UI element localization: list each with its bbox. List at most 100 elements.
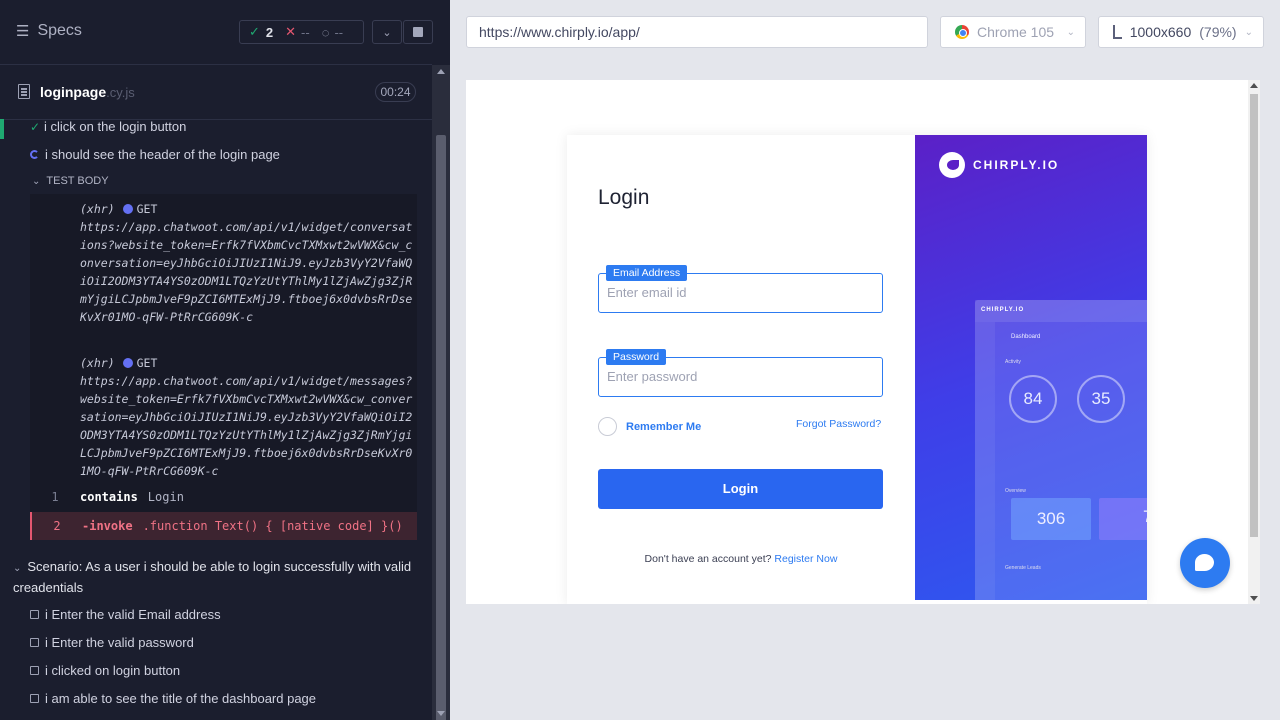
- register-link[interactable]: Register Now: [774, 553, 837, 565]
- preview-brand: CHIRPLY.IO: [981, 307, 1025, 313]
- step-label: i am able to see the title of the dashbo…: [45, 691, 317, 706]
- test-label: i should see the header of the login pag…: [45, 147, 280, 162]
- chevron-down-icon: ⌄: [382, 26, 392, 39]
- login-card: Login Enter email id Email Address Enter…: [567, 135, 1147, 604]
- preview-sidebar: [975, 322, 995, 600]
- pending-icon: [30, 666, 39, 675]
- test-label: i click on the login button: [44, 119, 187, 134]
- pending-step[interactable]: i Enter the valid password: [30, 635, 194, 650]
- spinner-icon: [30, 150, 39, 159]
- scroll-down-icon[interactable]: [437, 711, 445, 716]
- preview-panel: 7: [1099, 498, 1147, 540]
- preview-activity: Activity: [1005, 359, 1021, 365]
- pending-step[interactable]: i am able to see the title of the dashbo…: [30, 691, 316, 706]
- test-stats: ✓ 2 ✕ -- ◌ --: [239, 20, 364, 44]
- ruler-icon: [1113, 25, 1122, 39]
- specs-title: Specs: [37, 22, 82, 39]
- xhr-url: https://app.chatwoot.com/api/v1/widget/m…: [80, 374, 413, 478]
- brand-panel: CHIRPLY.IO CHIRPLY.IO Dashboard Activity…: [915, 135, 1147, 600]
- file-ext-text: .cy.js: [106, 85, 135, 100]
- preview-gauge: 35: [1077, 375, 1125, 423]
- chevron-down-icon: ⌄: [1244, 26, 1253, 38]
- viewport-size: 1000x660: [1129, 24, 1192, 40]
- brand-logo: CHIRPLY.IO: [939, 152, 1059, 178]
- command-message: .function Text() { [native code] }(): [142, 519, 403, 533]
- command-log: (xhr) GET https://app.chatwoot.com/api/v1…: [30, 194, 417, 540]
- chat-widget-button[interactable]: [1180, 538, 1230, 588]
- xhr-command[interactable]: (xhr) GET https://app.chatwoot.com/api/v1…: [80, 354, 415, 480]
- login-title: Login: [598, 186, 650, 209]
- scenario-toggle[interactable]: ⌄ Scenario: As a user i should be able to…: [13, 557, 423, 597]
- check-icon: ✓: [30, 119, 41, 134]
- forgot-password-link[interactable]: Forgot Password?: [796, 418, 881, 430]
- xhr-kind: (xhr): [80, 356, 115, 370]
- pending-step[interactable]: i clicked on login button: [30, 663, 180, 678]
- test-item-passed[interactable]: ✓ i click on the login button: [30, 119, 186, 134]
- xhr-url: https://app.chatwoot.com/api/v1/widget/c…: [80, 220, 413, 324]
- step-label: i Enter the valid password: [45, 635, 194, 650]
- command-contains[interactable]: 1 contains Login: [30, 483, 417, 511]
- xhr-method: GET: [136, 202, 158, 216]
- pending-step[interactable]: i Enter the valid Email address: [30, 607, 221, 622]
- aut-scrollbar[interactable]: [1248, 80, 1260, 604]
- test-body-toggle[interactable]: ⌄ TEST BODY: [32, 175, 109, 187]
- chrome-icon: [955, 25, 969, 39]
- pending-icon: [30, 638, 39, 647]
- remember-radio[interactable]: [598, 417, 617, 436]
- reporter-scrollbar[interactable]: [432, 65, 450, 720]
- xhr-command[interactable]: (xhr) GET https://app.chatwoot.com/api/v1…: [80, 200, 415, 326]
- preview-overview: Overview: [1005, 488, 1026, 494]
- signup-text: Don't have an account yet?: [644, 553, 772, 565]
- browser-selector[interactable]: Chrome 105 ⌄: [940, 16, 1086, 48]
- stop-icon: [413, 27, 423, 37]
- preview-title: Dashboard: [1011, 334, 1041, 340]
- xhr-method: GET: [136, 356, 158, 370]
- viewport-zoom: (79%): [1199, 24, 1237, 40]
- pending-count: --: [334, 24, 344, 40]
- test-item-running[interactable]: i should see the header of the login pag…: [30, 147, 280, 162]
- scroll-down-icon[interactable]: [1250, 596, 1258, 601]
- password-label: Password: [606, 349, 667, 365]
- remember-me[interactable]: Remember Me: [598, 417, 701, 436]
- signup-prompt: Don't have an account yet? Register Now: [567, 553, 915, 565]
- cypress-reporter: ☰ Specs ✓ 2 ✕ -- ◌ -- ⌄ loginpage.cy.js …: [0, 0, 450, 720]
- dashboard-preview: CHIRPLY.IO Dashboard Activity 84 35 Over…: [975, 300, 1147, 600]
- url-bar[interactable]: https://www.chirply.io/app/: [466, 16, 928, 48]
- chevron-down-button[interactable]: ⌄: [372, 20, 402, 44]
- scroll-up-icon[interactable]: [1250, 83, 1258, 88]
- duration-badge: 00:24: [375, 82, 416, 102]
- command-invoke-failed[interactable]: 2 -invoke .function Text() { [native cod…: [30, 512, 417, 540]
- spec-file-name[interactable]: loginpage.cy.js: [40, 84, 135, 100]
- status-dot-icon: [122, 358, 133, 368]
- email-label: Email Address: [606, 265, 688, 281]
- stop-button[interactable]: [403, 20, 433, 44]
- scroll-thumb[interactable]: [436, 135, 446, 720]
- pass-indicator: [0, 119, 4, 139]
- chirply-logo-icon: [939, 152, 965, 178]
- login-button[interactable]: Login: [598, 469, 883, 509]
- viewport-selector[interactable]: 1000x660 (79%) ⌄: [1098, 16, 1264, 48]
- scenario-title: Scenario: As a user i should be able to …: [13, 559, 412, 595]
- failed-count: --: [301, 24, 310, 40]
- check-icon: ✓: [249, 24, 260, 39]
- chevron-down-icon: ⌄: [13, 563, 22, 574]
- browser-label: Chrome 105: [977, 24, 1055, 40]
- pending-icon: ◌: [321, 24, 330, 40]
- preview-gauge: 84: [1009, 375, 1057, 423]
- cross-icon: ✕: [285, 24, 297, 39]
- preview-leads: Generate Leads: [1005, 565, 1041, 571]
- login-form: Login Enter email id Email Address Enter…: [567, 135, 915, 604]
- step-label: i Enter the valid Email address: [45, 607, 221, 622]
- command-name: contains: [80, 490, 138, 504]
- status-dot-icon: [122, 204, 133, 214]
- pending-icon: [30, 694, 39, 703]
- passed-count: 2: [265, 24, 274, 40]
- file-icon: [18, 84, 30, 99]
- specs-toggle[interactable]: ☰ Specs: [16, 22, 82, 40]
- scroll-up-icon[interactable]: [437, 69, 445, 74]
- command-name: -invoke: [82, 519, 133, 533]
- brand-name: CHIRPLY.IO: [973, 158, 1060, 172]
- pending-icon: [30, 610, 39, 619]
- chevron-down-icon: ⌄: [1066, 26, 1075, 38]
- scroll-thumb[interactable]: [1250, 94, 1258, 537]
